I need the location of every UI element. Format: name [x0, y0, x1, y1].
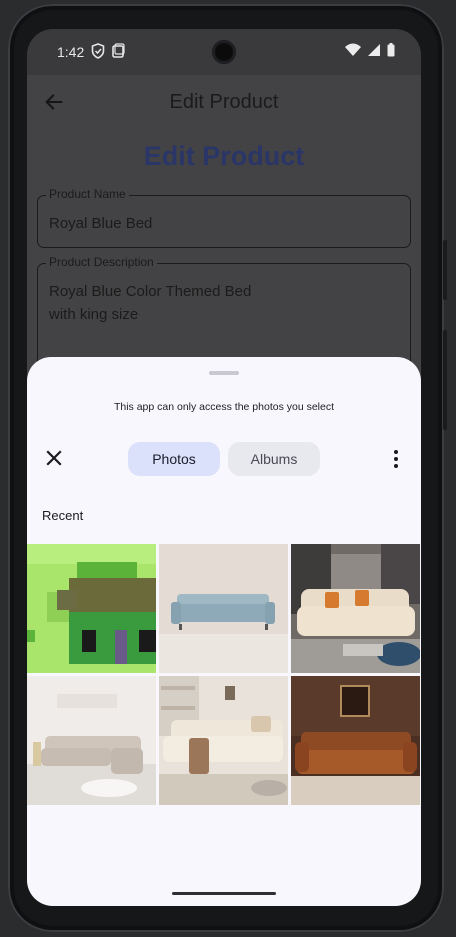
drag-handle[interactable]	[209, 371, 239, 375]
product-name-field[interactable]: Product Name Royal Blue Bed	[37, 187, 411, 248]
battery-icon	[387, 43, 395, 57]
signal-icon	[368, 44, 380, 56]
close-icon[interactable]	[42, 446, 66, 470]
photo-picker-sheet: This app can only access the photos you …	[27, 357, 421, 906]
app-bar-title: Edit Product	[169, 91, 279, 113]
app-bar: Edit Product	[27, 75, 421, 127]
wifi-icon	[345, 43, 361, 56]
product-description-label: Product Description	[46, 255, 157, 269]
tab-albums[interactable]: Albums	[228, 442, 320, 476]
power-button	[443, 240, 447, 300]
brown-leather-sofa-thumbnail[interactable]	[291, 676, 420, 805]
section-label-recent: Recent	[42, 508, 84, 523]
shield-icon	[91, 43, 105, 59]
pixel-house-thumbnail[interactable]	[27, 544, 156, 673]
status-time: 1:42	[57, 44, 85, 60]
front-camera	[212, 40, 236, 64]
blue-sofa-thumbnail[interactable]	[159, 544, 288, 673]
volume-button	[443, 330, 447, 430]
more-vert-icon[interactable]	[387, 447, 405, 471]
screen-icon	[112, 43, 125, 58]
phone-screen: 1:42 Edit Product Edit Product Product N…	[27, 29, 421, 906]
page-title: Edit Product	[143, 141, 305, 171]
status-bar: 1:42	[27, 29, 421, 75]
tufted-beige-sofa-thumbnail[interactable]	[291, 544, 420, 673]
product-name-label: Product Name	[46, 187, 129, 201]
gesture-bar[interactable]	[172, 892, 276, 895]
tab-photos[interactable]: Photos	[128, 442, 220, 476]
cream-sofa-living-room-thumbnail[interactable]	[159, 676, 288, 805]
access-note: This app can only access the photos you …	[113, 401, 335, 413]
product-description-value: Royal Blue Color Themed Bed with king si…	[49, 283, 252, 323]
product-name-value: Royal Blue Bed	[49, 215, 153, 232]
white-sectional-sofa-thumbnail[interactable]	[27, 676, 156, 805]
